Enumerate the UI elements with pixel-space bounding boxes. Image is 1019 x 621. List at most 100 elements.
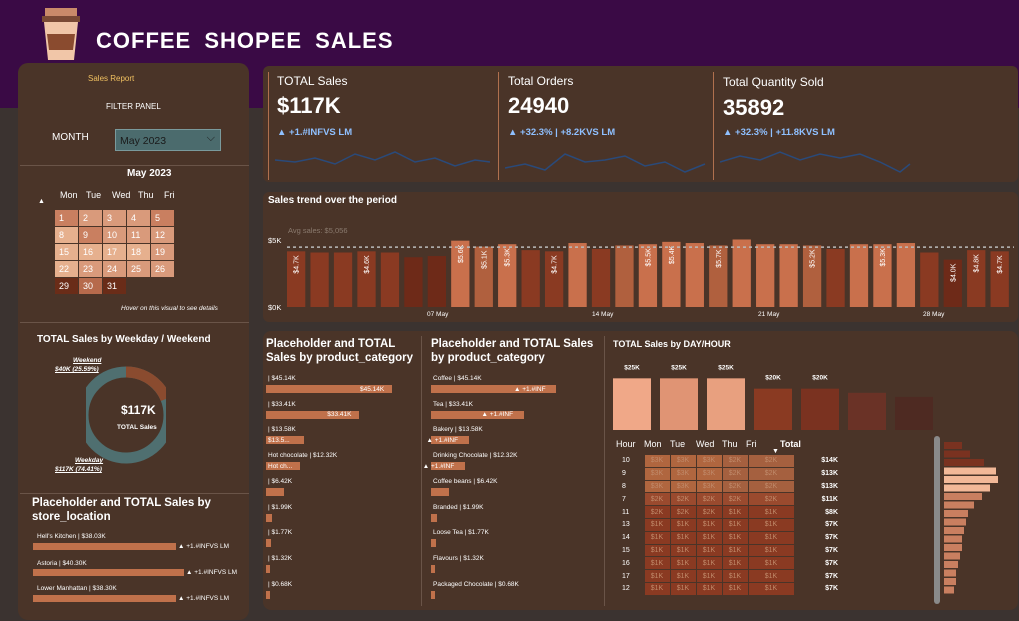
heatmap-cell[interactable]: $1K [695, 569, 723, 583]
heatmap-cell[interactable]: $1K [747, 517, 795, 532]
heatmap-cell[interactable]: $1K [643, 530, 671, 545]
heatmap-cell[interactable]: $2K [669, 505, 697, 519]
day-bar[interactable] [754, 388, 792, 430]
heatmap-cell[interactable]: $1K [721, 543, 749, 558]
hour-bar[interactable] [944, 586, 954, 594]
day-bar[interactable] [613, 378, 651, 430]
hour-bar[interactable] [944, 459, 984, 466]
scrollbar[interactable] [934, 436, 940, 604]
heatmap-cell[interactable]: $1K [747, 505, 795, 519]
hour-bar[interactable] [944, 544, 962, 551]
heatmap-row[interactable]: 12 $1K $1K $1K $1K $1K $7K [616, 581, 838, 596]
hour-bar[interactable] [944, 493, 982, 500]
heatmap-cell[interactable]: $1K [721, 581, 749, 596]
heatmap-row[interactable]: 10 $3K $3K $3K $2K $2K $14K [616, 454, 838, 468]
heatmap-cell[interactable]: $3K [669, 479, 697, 494]
trend-bar[interactable] [920, 252, 939, 307]
heatmap-cell[interactable]: $1K [747, 543, 795, 558]
trend-chart[interactable]: $4.7K $4.6K$5.6K $5.1K $5.3K $4.7K $5.5K $5.4K… [263, 210, 1018, 322]
heatmap-cell[interactable]: $1K [721, 517, 749, 532]
trend-bar[interactable] [591, 248, 611, 307]
heatmap-row[interactable]: 17 $1K $1K $1K $1K $1K $7K [616, 569, 838, 583]
heatmap-cell[interactable]: $1K [747, 581, 795, 596]
hour-bar[interactable] [944, 552, 960, 560]
heatmap-cell[interactable]: $1K [747, 569, 795, 583]
heatmap-cell[interactable]: $2K [721, 454, 749, 468]
heatmap-cell[interactable]: $1K [643, 543, 671, 558]
calendar-grid[interactable]: 12345 8 9 10 11 12 15 16 17 18 19 22 23 24 25 26 29 3… [54, 209, 175, 295]
hour-bar[interactable] [944, 518, 966, 526]
heatmap-cell[interactable]: $3K [643, 466, 671, 481]
heatmap-cell[interactable]: $1K [721, 556, 749, 571]
trend-bar[interactable] [615, 245, 634, 307]
hour-bar[interactable] [944, 450, 970, 458]
hour-bar[interactable] [944, 467, 996, 475]
heatmap-cell[interactable]: $2K [721, 479, 749, 494]
heatmap-cell[interactable]: $1K [643, 581, 671, 596]
hour-bar[interactable] [944, 501, 974, 509]
heatmap-cell[interactable]: $3K [695, 479, 723, 494]
heatmap-cell[interactable]: $1K [695, 543, 723, 558]
heatmap-cell[interactable]: $1K [669, 517, 697, 532]
heatmap-cell[interactable]: $1K [669, 543, 697, 558]
heatmap-cell[interactable]: $1K [721, 505, 749, 519]
heatmap-cell[interactable]: $1K [721, 530, 749, 545]
trend-bar[interactable] [427, 256, 447, 307]
heatmap-row[interactable]: 14 $1K $1K $1K $1K $1K $7K [616, 530, 838, 545]
heatmap-cell[interactable]: $1K [695, 517, 723, 532]
heatmap-cell[interactable]: $1K [721, 569, 749, 583]
hour-bar[interactable] [944, 569, 956, 577]
heatmap-cell[interactable]: $1K [669, 569, 697, 583]
hour-bar[interactable] [944, 527, 964, 534]
heatmap-cell[interactable]: $2K [643, 505, 671, 519]
trend-bar[interactable] [826, 248, 845, 307]
hour-bar[interactable] [944, 442, 962, 449]
heatmap-cell[interactable]: $3K [643, 479, 671, 494]
trend-bar[interactable] [849, 244, 869, 307]
heatmap-cell[interactable]: $2K [747, 479, 795, 494]
day-bar-chart[interactable]: $25K $25K $25K $20K $20K [608, 350, 948, 432]
heatmap-cell[interactable]: $1K [695, 556, 723, 571]
heatmap-cell[interactable]: $2K [695, 505, 723, 519]
trend-bar[interactable] [896, 243, 916, 307]
heatmap-cell[interactable]: $3K [695, 466, 723, 481]
month-select[interactable]: May 2023 ⌵ [115, 129, 221, 151]
heatmap-cell[interactable]: $1K [669, 581, 697, 596]
trend-bar[interactable] [685, 243, 704, 307]
heatmap-cell[interactable]: $1K [747, 530, 795, 545]
trend-bar[interactable] [568, 243, 587, 307]
hour-bar[interactable] [944, 535, 962, 543]
heatmap-cell[interactable]: $2K [747, 492, 795, 507]
heatmap-row[interactable]: 9 $3K $3K $3K $2K $2K $13K [616, 466, 838, 481]
heatmap-cell[interactable]: $3K [669, 466, 697, 481]
heatmap-cell[interactable]: $1K [695, 581, 723, 596]
heatmap-row[interactable]: 15 $1K $1K $1K $1K $1K $7K [616, 543, 838, 558]
heatmap-cell[interactable]: $1K [643, 556, 671, 571]
day-bar[interactable] [848, 392, 886, 430]
heatmap-row[interactable]: 16 $1K $1K $1K $1K $1K $7K [616, 556, 838, 571]
trend-bar[interactable] [404, 257, 423, 307]
trend-bar[interactable] [333, 252, 353, 307]
heatmap-row[interactable]: 11 $2K $2K $2K $1K $1K $8K [616, 505, 838, 519]
heatmap-cell[interactable]: $3K [695, 454, 723, 468]
heatmap-cell[interactable]: $2K [747, 454, 795, 468]
heatmap-cell[interactable]: $3K [669, 454, 697, 468]
heatmap-cell[interactable]: $1K [643, 517, 671, 532]
heatmap-row[interactable]: 8 $3K $3K $3K $2K $2K $13K [616, 479, 838, 494]
trend-bar[interactable] [310, 252, 329, 307]
heatmap-cell[interactable]: $1K [669, 556, 697, 571]
trend-bar[interactable] [779, 244, 798, 307]
heatmap-row[interactable]: 7 $2K $2K $2K $2K $2K $11K [616, 492, 838, 507]
hour-bar[interactable] [944, 476, 998, 483]
sort-up-icon[interactable]: ▲ [38, 198, 45, 205]
heatmap-cell[interactable]: $2K [747, 466, 795, 481]
day-bar[interactable] [801, 388, 839, 430]
day-bar[interactable] [895, 396, 933, 430]
heatmap-cell[interactable]: $2K [721, 492, 749, 507]
hour-bar[interactable] [944, 561, 958, 568]
heatmap-cell[interactable]: $1K [747, 556, 795, 571]
day-bar[interactable] [707, 378, 745, 430]
day-bar[interactable] [660, 378, 698, 430]
trend-bar[interactable] [732, 239, 751, 307]
hour-bar[interactable] [944, 510, 968, 517]
